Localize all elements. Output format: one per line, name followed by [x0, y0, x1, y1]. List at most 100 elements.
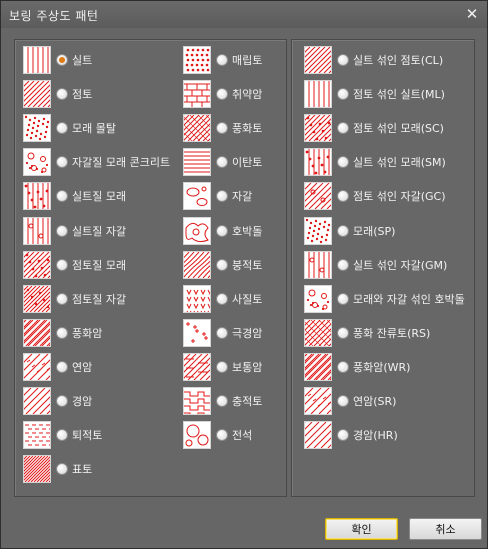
pattern-option[interactable]: 연암(SR) [304, 387, 396, 415]
cancel-button[interactable]: 취소 [409, 518, 482, 540]
pattern-option[interactable]: 실트 섞인 모래(SM) [304, 148, 446, 177]
pattern-swatch-diag-wide[interactable] [304, 421, 332, 450]
pattern-swatch-diag-double[interactable] [23, 318, 51, 347]
pattern-swatch-hlines[interactable] [183, 148, 211, 177]
pattern-option[interactable]: 붕적토 [183, 250, 262, 279]
pattern-option[interactable]: 풍화 잔류토(RS) [304, 318, 430, 347]
pattern-option[interactable]: 자갈질 모래 콘크리트 [23, 148, 170, 177]
pattern-swatch-dots[interactable] [304, 216, 332, 245]
pattern-radio[interactable] [216, 292, 228, 305]
pattern-option[interactable]: 풍화암 [23, 318, 102, 347]
pattern-swatch-diag-wide[interactable] [23, 387, 51, 415]
pattern-swatch-diag-marks[interactable] [23, 352, 51, 381]
pattern-swatch-cross-dots[interactable] [183, 46, 211, 74]
pattern-swatch-vlines-circles[interactable] [304, 250, 332, 279]
pattern-radio[interactable] [337, 258, 349, 271]
pattern-radio[interactable] [216, 395, 228, 407]
pattern-swatch-plus[interactable] [183, 318, 211, 347]
pattern-option[interactable]: 풍화토 [183, 114, 262, 143]
pattern-radio[interactable] [216, 190, 228, 203]
pattern-radio[interactable] [337, 292, 349, 305]
pattern-option[interactable]: 매립토 [183, 46, 262, 74]
pattern-swatch-diag-dots[interactable] [304, 114, 332, 143]
ok-button[interactable]: 확인 [325, 518, 398, 540]
pattern-option[interactable]: 경암(HR) [304, 421, 398, 450]
pattern-swatch-bricks[interactable] [183, 80, 211, 109]
pattern-radio[interactable] [56, 190, 68, 203]
pattern-radio[interactable] [56, 258, 68, 271]
pattern-option[interactable]: 모래와 자갈 섞인 호박돌 [304, 284, 465, 313]
pattern-radio[interactable] [337, 395, 349, 407]
pattern-swatch-steps[interactable] [183, 387, 211, 415]
pattern-option[interactable]: 이탄토 [183, 148, 262, 177]
pattern-swatch-vlines-dots[interactable] [304, 148, 332, 177]
pattern-radio[interactable] [216, 88, 228, 101]
pattern-radio[interactable] [337, 54, 349, 66]
pattern-option[interactable]: 풍화암(WR) [304, 352, 410, 381]
pattern-swatch-dashes[interactable] [23, 421, 51, 450]
pattern-swatch-vlines[interactable] [304, 80, 332, 109]
pattern-option[interactable]: 극경암 [183, 318, 262, 347]
pattern-option[interactable]: 경암 [23, 387, 92, 415]
pattern-swatch-diag-fine[interactable] [23, 455, 51, 484]
pattern-radio[interactable] [56, 122, 68, 135]
pattern-radio[interactable] [216, 360, 228, 373]
pattern-radio[interactable] [216, 326, 228, 339]
pattern-radio[interactable] [337, 326, 349, 339]
pattern-radio[interactable] [216, 54, 228, 66]
pattern-swatch-circles[interactable] [23, 148, 51, 177]
close-icon[interactable]: ✕ [463, 5, 481, 23]
pattern-radio[interactable] [216, 258, 228, 271]
pattern-option[interactable]: 실트질 모래 [23, 182, 126, 211]
pattern-option[interactable]: 사질토 [183, 284, 262, 313]
pattern-swatch-diag[interactable] [23, 80, 51, 109]
pattern-radio[interactable] [337, 122, 349, 135]
pattern-radio[interactable] [56, 463, 68, 476]
pattern-radio[interactable] [56, 395, 68, 407]
pattern-option[interactable]: 실트 [23, 46, 92, 74]
pattern-swatch-boulders[interactable] [183, 216, 211, 245]
pattern-option[interactable]: 연암 [23, 352, 92, 381]
pattern-swatch-wavy-diag[interactable] [183, 250, 211, 279]
pattern-radio[interactable] [337, 429, 349, 442]
pattern-option[interactable]: 점토 섞인 실트(ML) [304, 80, 445, 109]
pattern-option[interactable]: 점토질 모래 [23, 250, 126, 279]
pattern-radio[interactable] [56, 88, 68, 101]
pattern-option[interactable]: 실트 섞인 자갈(GM) [304, 250, 447, 279]
pattern-radio[interactable] [216, 224, 228, 237]
pattern-swatch-vlines-circles[interactable] [23, 216, 51, 245]
pattern-swatch-big-circles[interactable] [183, 421, 211, 450]
pattern-radio[interactable] [337, 190, 349, 203]
pattern-radio[interactable] [56, 326, 68, 339]
pattern-option[interactable]: 실트질 자갈 [23, 216, 126, 245]
pattern-option[interactable]: 실트 섞인 점토(CL) [304, 46, 443, 74]
pattern-option[interactable]: 점토 [23, 80, 92, 109]
pattern-swatch-diag-double[interactable] [304, 352, 332, 381]
pattern-radio[interactable] [216, 429, 228, 442]
pattern-radio[interactable] [56, 360, 68, 373]
pattern-swatch-diag-steps[interactable] [183, 352, 211, 381]
pattern-radio[interactable] [56, 429, 68, 442]
pattern-swatch-diag-cross[interactable] [183, 114, 211, 143]
pattern-radio[interactable] [216, 122, 228, 135]
pattern-swatch-vlines[interactable] [23, 46, 51, 74]
pattern-swatch-diag-cross[interactable] [304, 318, 332, 347]
pattern-option[interactable]: 모래 몰탈 [23, 114, 116, 143]
pattern-radio[interactable] [337, 88, 349, 101]
pattern-swatch-diag[interactable] [304, 46, 332, 74]
pattern-swatch-diag-dense[interactable] [23, 284, 51, 313]
pattern-option[interactable]: 점토 섞인 자갈(GC) [304, 182, 446, 211]
pattern-radio[interactable] [56, 54, 68, 66]
pattern-swatch-pebbles[interactable] [183, 182, 211, 211]
pattern-option[interactable]: 점토 섞인 모래(SC) [304, 114, 444, 143]
pattern-option[interactable]: 표토 [23, 455, 92, 484]
pattern-swatch-ticks[interactable] [183, 284, 211, 313]
pattern-swatch-diag-marks[interactable] [304, 387, 332, 415]
pattern-swatch-circles[interactable] [304, 284, 332, 313]
pattern-option[interactable]: 자갈 [183, 182, 252, 211]
pattern-option[interactable]: 점토질 자갈 [23, 284, 126, 313]
pattern-swatch-diag-circles[interactable] [304, 182, 332, 211]
pattern-option[interactable]: 모래(SP) [304, 216, 395, 245]
pattern-option[interactable]: 퇴적토 [23, 421, 102, 450]
pattern-option[interactable]: 전석 [183, 421, 252, 450]
